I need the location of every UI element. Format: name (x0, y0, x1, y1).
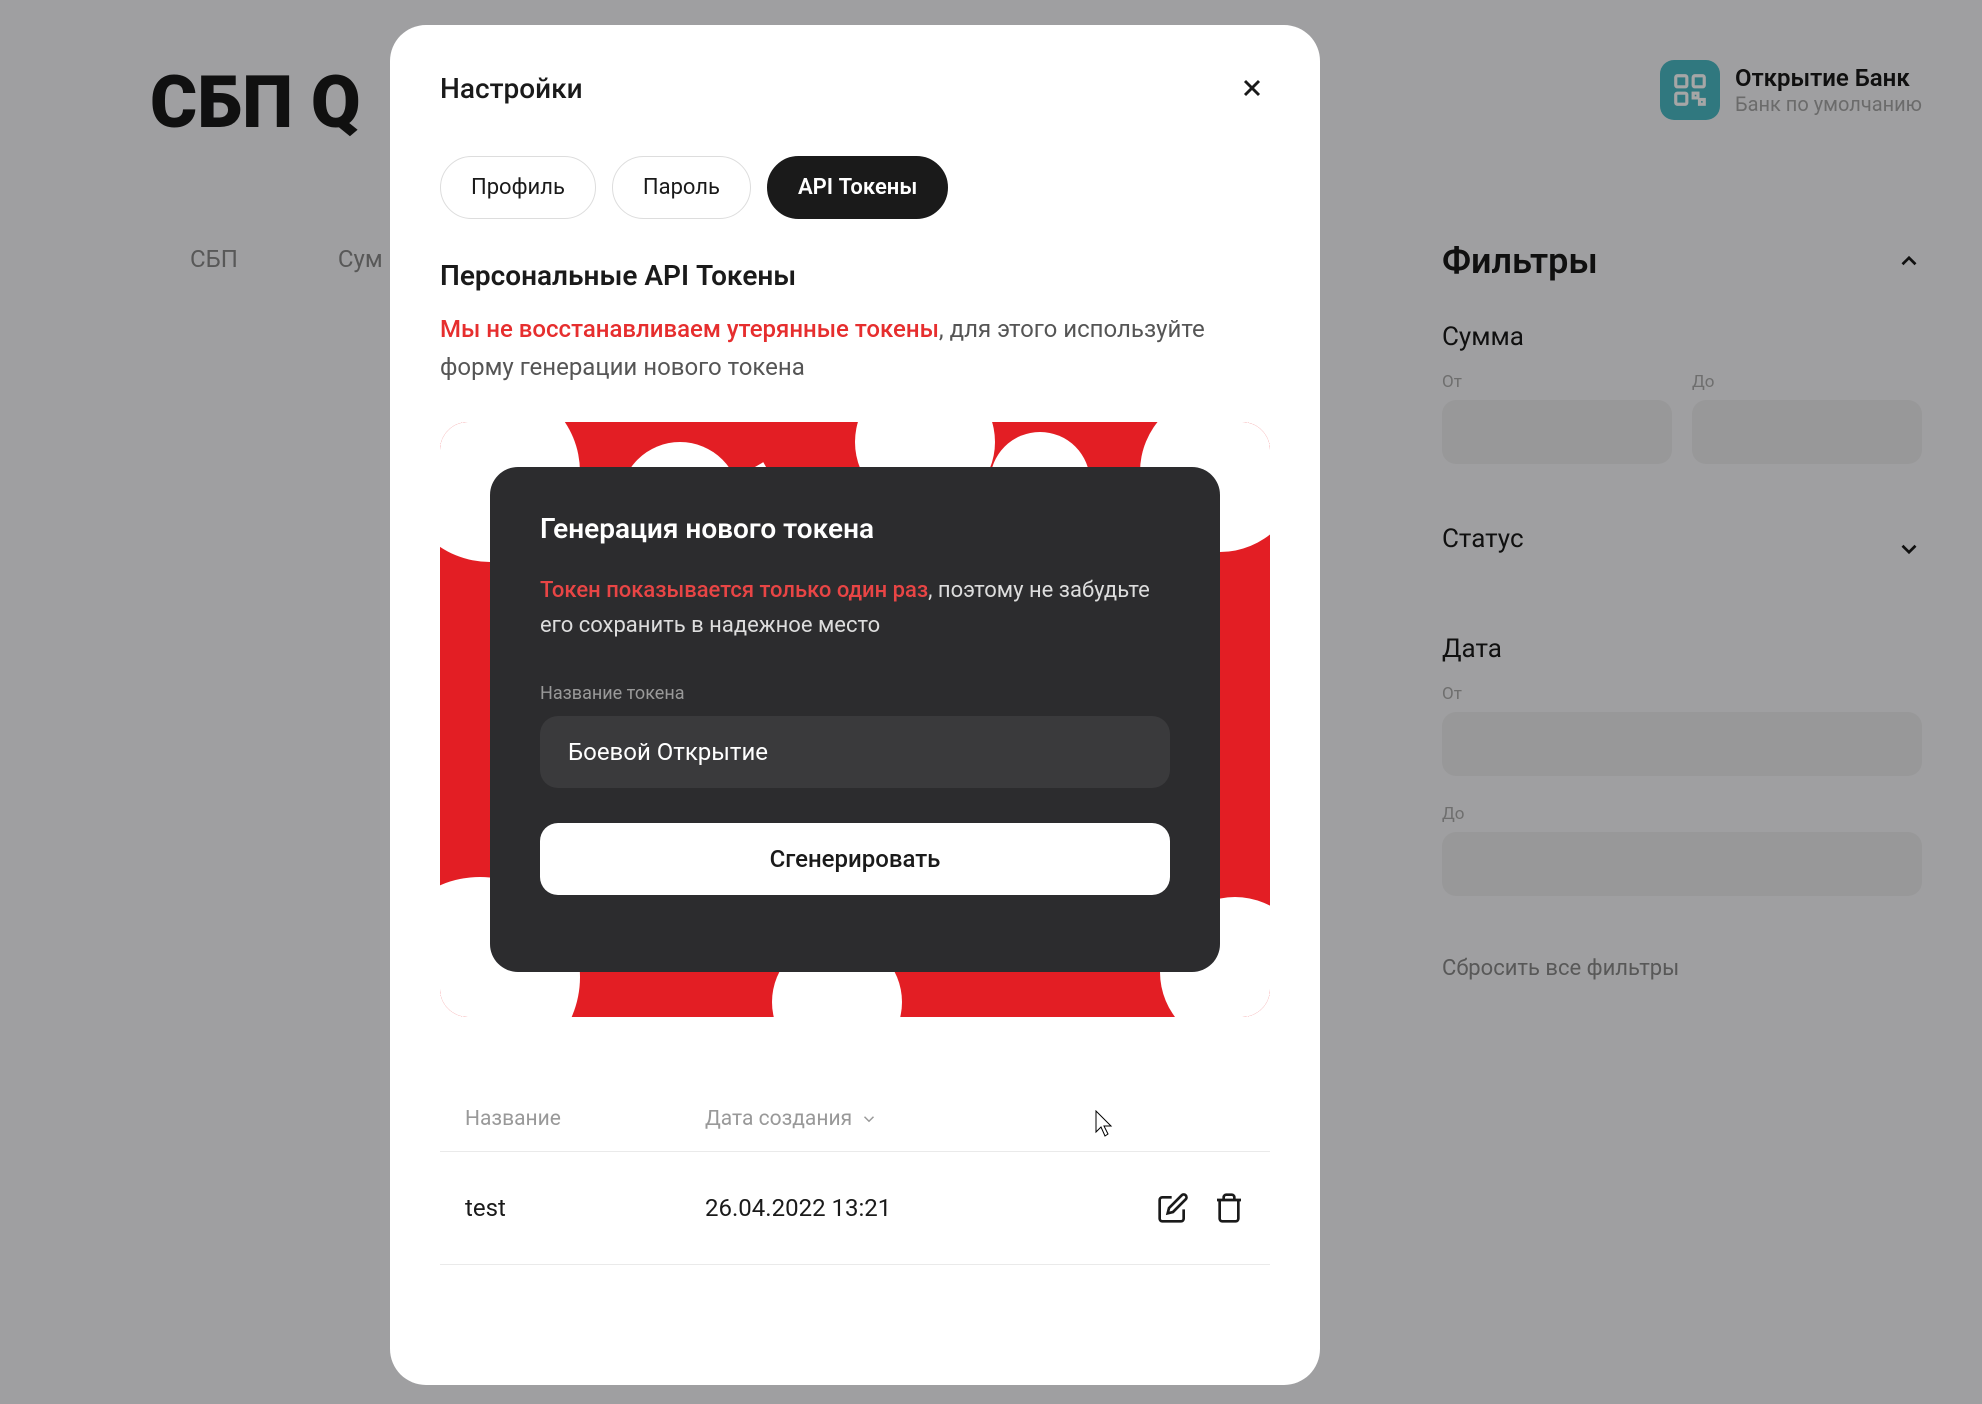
modal-title: Настройки (440, 72, 583, 105)
token-name-input[interactable] (540, 716, 1170, 788)
settings-modal: Настройки Профиль Пароль API Токены Перс… (390, 25, 1320, 1385)
gen-warning-red: Токен показывается только один раз (540, 578, 928, 603)
warning-red: Мы не восстанавливаем утерянные токены (440, 315, 939, 343)
table-header: Название Дата создания (440, 1087, 1270, 1152)
table-row: test 26.04.2022 13:21 (440, 1152, 1270, 1265)
th-date[interactable]: Дата создания (705, 1107, 878, 1131)
token-name-label: Название токена (540, 683, 1170, 704)
tab-profile[interactable]: Профиль (440, 156, 596, 219)
settings-tabs: Профиль Пароль API Токены (440, 156, 1270, 219)
sort-icon (860, 1110, 878, 1128)
close-button[interactable] (1234, 70, 1270, 106)
generation-warning: Токен показывается только один раз, поэт… (540, 573, 1170, 643)
generate-button[interactable]: Сгенерировать (540, 823, 1170, 895)
edit-icon[interactable] (1157, 1192, 1189, 1224)
warning-text: Мы не восстанавливаем утерянные токены, … (440, 310, 1270, 387)
tab-password[interactable]: Пароль (612, 156, 751, 219)
row-date: 26.04.2022 13:21 (705, 1194, 1157, 1222)
th-name: Название (465, 1107, 705, 1131)
tab-api-tokens[interactable]: API Токены (767, 156, 948, 219)
token-card: Генерация нового токена Токен показывает… (440, 422, 1270, 1017)
token-inner-card: Генерация нового токена Токен показывает… (490, 467, 1220, 972)
generation-title: Генерация нового токена (540, 512, 1170, 545)
row-name: test (465, 1194, 705, 1222)
mouse-cursor (1095, 1110, 1115, 1138)
delete-icon[interactable] (1213, 1192, 1245, 1224)
section-title: Персональные API Токены (440, 259, 1270, 292)
close-icon (1238, 74, 1266, 102)
